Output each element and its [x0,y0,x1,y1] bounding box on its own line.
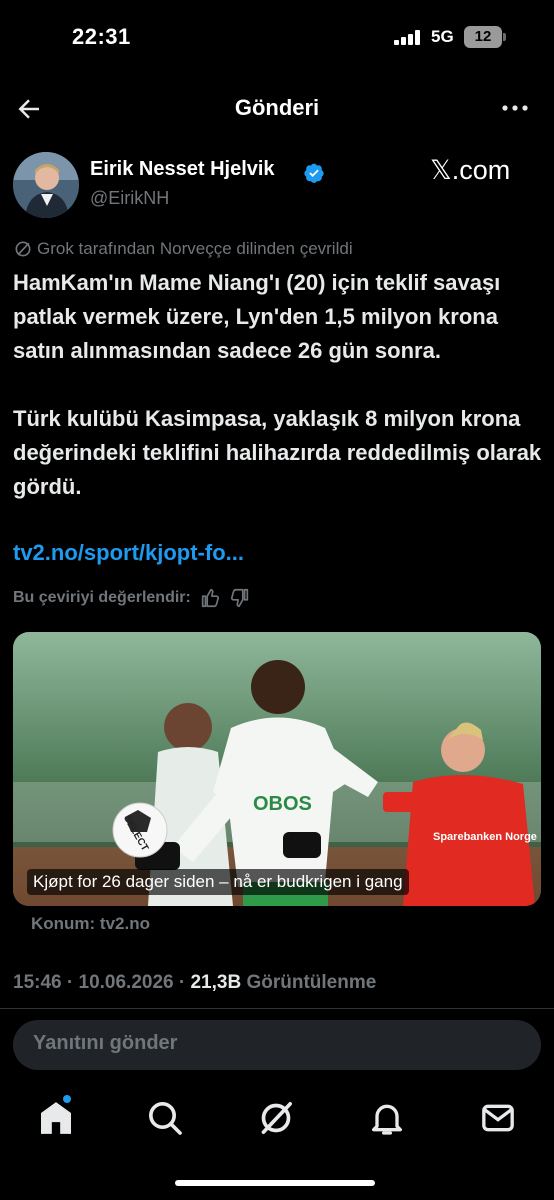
translation-note: Grok tarafından Norveççe dilinden çevril… [13,239,353,259]
source-label: 𝕏.com [430,155,511,185]
shirt-sponsor-text: OBOS [253,793,312,815]
card-source[interactable]: Konum: tv2.no [31,914,150,934]
divider [0,1008,554,1009]
rate-translation-label: Bu çeviriyi değerlendir: [13,589,191,606]
card-image: OBOS SELECT Sparebanken Norge [13,632,541,906]
tweet-date: 10.06.2026 [78,972,174,993]
meta-separator: · [178,972,186,993]
view-count: 21,3B [190,972,242,993]
author-handle[interactable]: @EirikNH [90,188,169,209]
search-icon[interactable] [145,1098,185,1138]
network-type: 5G [431,27,454,46]
thumbs-down-icon[interactable] [229,587,251,609]
reply-box[interactable] [13,1020,541,1070]
grok-icon [15,241,31,257]
status-time: 22:31 [72,24,131,49]
meta-separator: · [66,972,74,993]
reply-input[interactable] [33,1032,513,1055]
battery-icon: 12 [464,26,506,48]
home-icon[interactable] [36,1098,76,1138]
messages-icon[interactable] [478,1098,518,1138]
more-icon[interactable] [500,96,530,120]
rate-translation: Bu çeviriyi değerlendir: [13,587,251,609]
verified-badge-icon [304,163,324,183]
tweet-time: 15:46 [13,972,62,993]
signal-icon [394,29,422,45]
thumbs-up-icon[interactable] [199,587,221,609]
grok-icon[interactable] [256,1098,296,1138]
link-card[interactable]: OBOS SELECT Sparebanken Norge Kjøpt for … [13,632,541,906]
unread-dot [63,1095,71,1103]
bottom-nav [0,1088,554,1148]
tweet-meta: 15:46 · 10.06.2026 · 21,3B Görüntülenme [13,972,376,994]
status-bar: 22:31 5G 12 [0,0,554,74]
notifications-bell-icon[interactable] [367,1098,407,1138]
page-title: Gönderi [234,95,320,120]
card-caption: Kjøpt for 26 dager siden – nå er budkrig… [27,869,409,895]
home-indicator [175,1180,375,1186]
avatar[interactable] [13,152,79,218]
tweet-text: HamKam'ın Mame Niang'ı (20) için teklif … [13,266,543,504]
translation-note-text: Grok tarafından Norveççe dilinden çevril… [37,239,353,258]
views-label: Görüntülenme [246,972,377,993]
tweet-link[interactable]: tv2.no/sport/kjopt-fo... [13,540,244,566]
opponent-sponsor-text: Sparebanken Norge [433,831,537,843]
author-name[interactable]: Eirik Nesset Hjelvik [90,158,275,181]
tweet-paragraph-1: HamKam'ın Mame Niang'ı (20) için teklif … [13,270,501,363]
header: Gönderi [0,84,554,132]
tweet-paragraph-2: Türk kulübü Kasimpasa, yaklaşık 8 milyon… [13,406,542,499]
